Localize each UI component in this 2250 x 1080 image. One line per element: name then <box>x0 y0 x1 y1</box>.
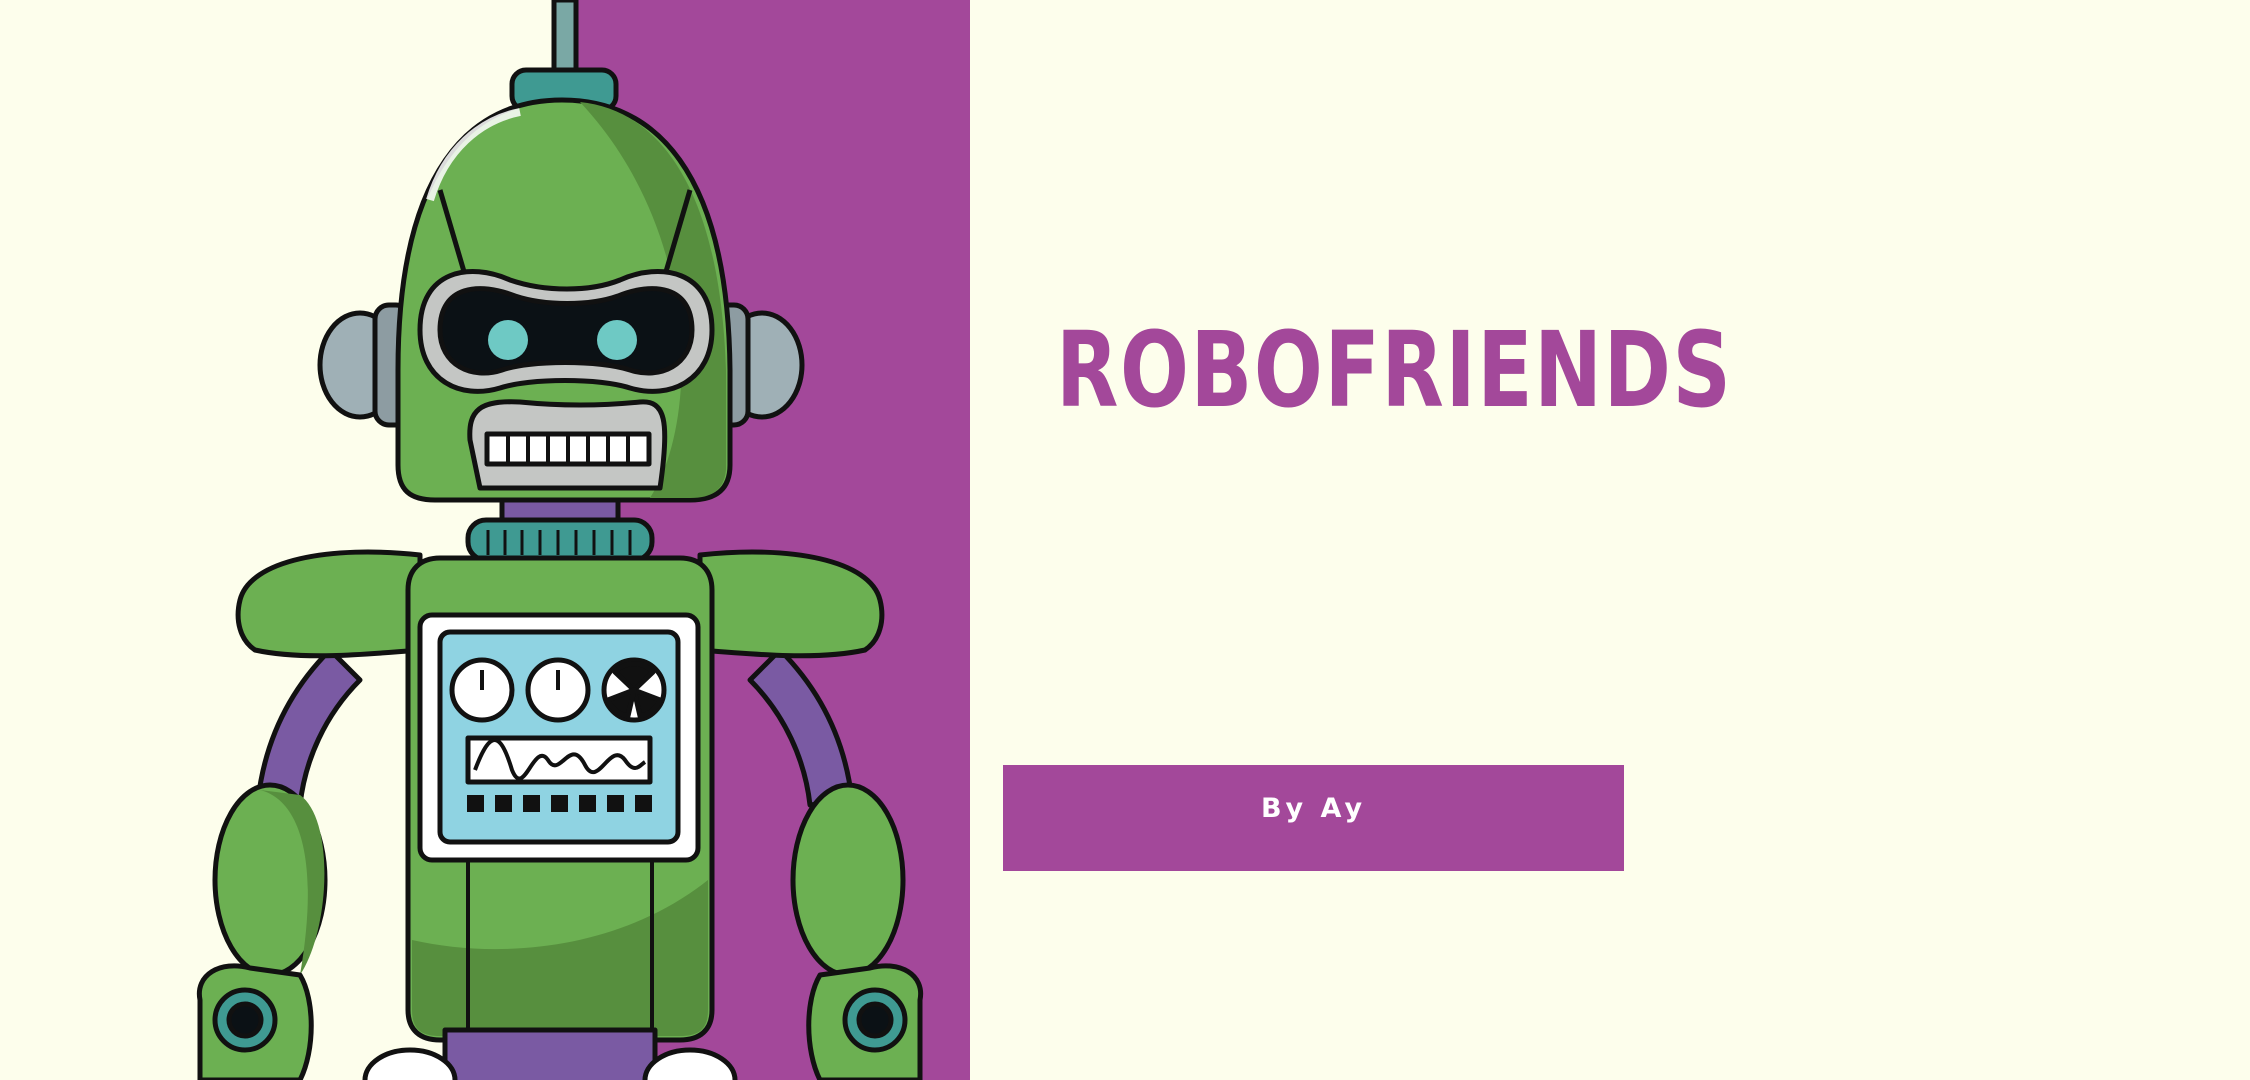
page-title: ROBOFRIENDS <box>1056 309 1733 431</box>
robot-illustration <box>196 0 924 1080</box>
byline-text: By Ay <box>1260 792 1367 824</box>
byline-banner: By Ay <box>1003 765 1624 871</box>
